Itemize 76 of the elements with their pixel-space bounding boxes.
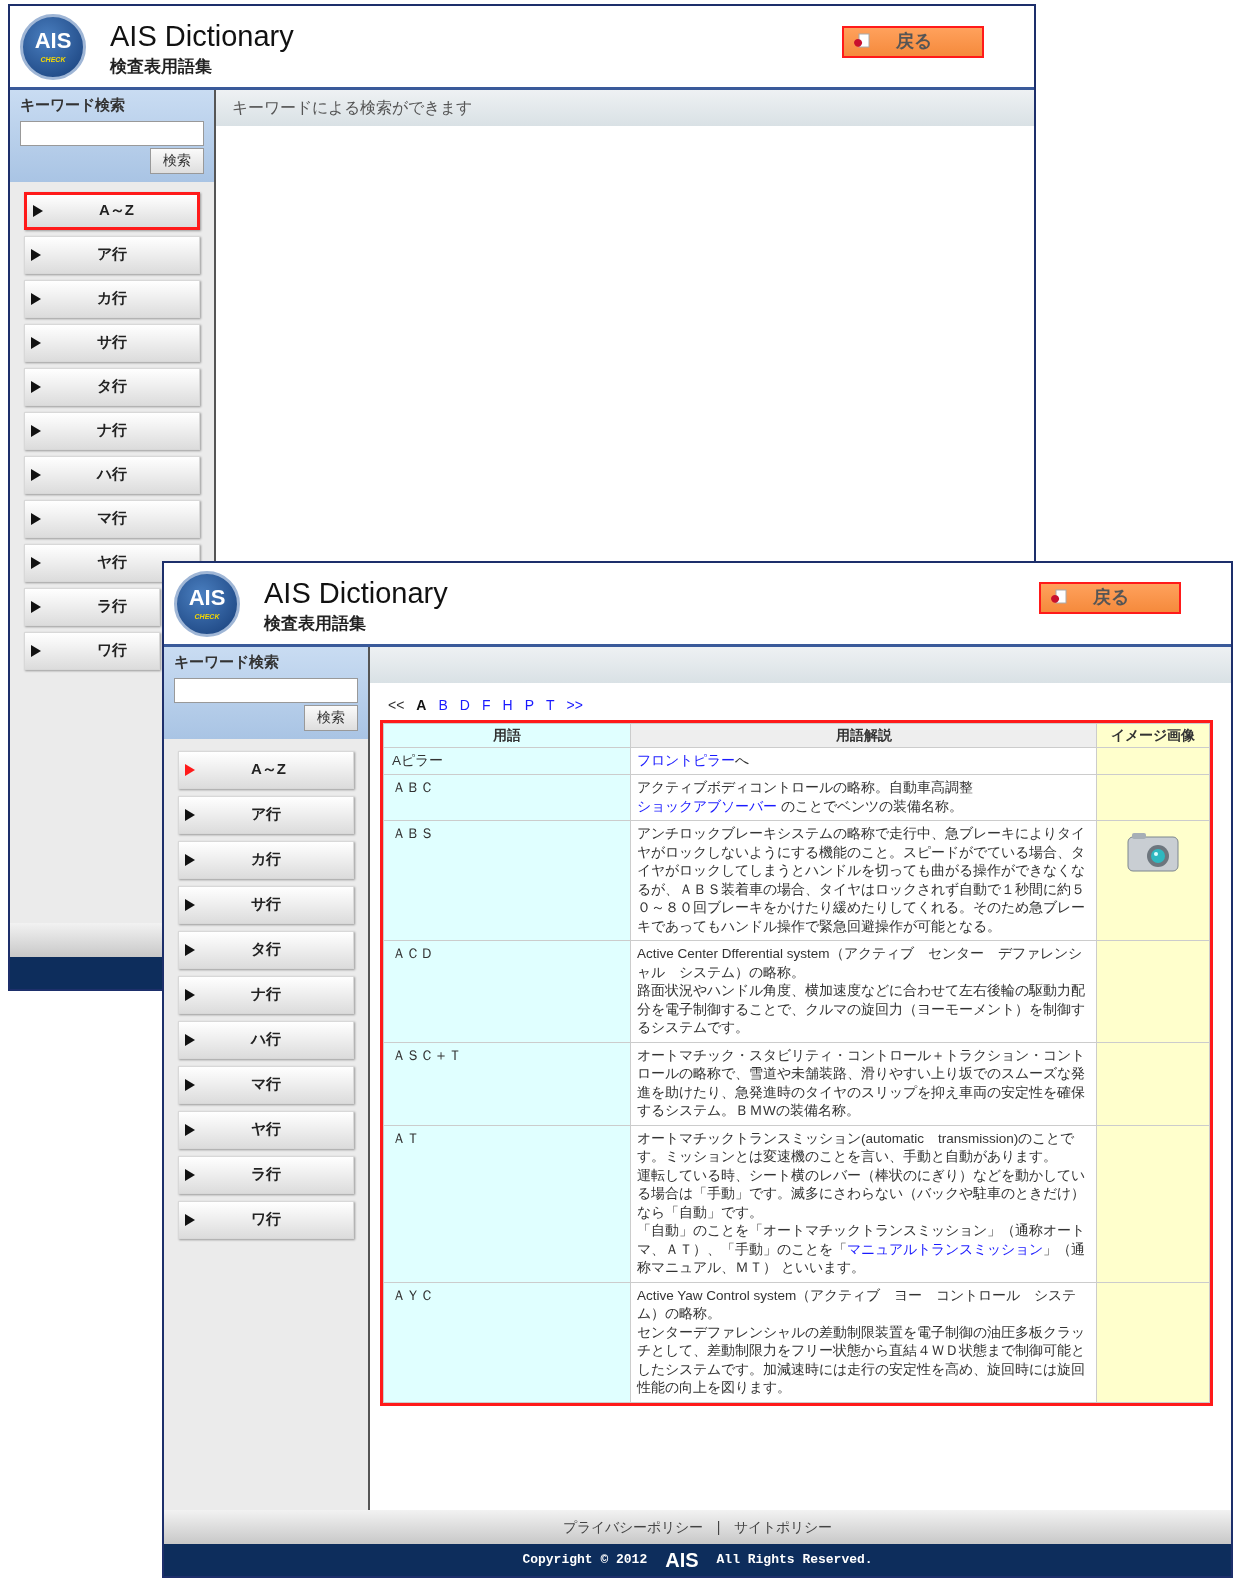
footer-link[interactable]: プライバシーポリシー	[562, 1516, 703, 1538]
term-cell: ＡＣＤ	[383, 940, 631, 1042]
term-cell: ＡＳＣ＋Ｔ	[383, 1042, 631, 1125]
sidebar-item[interactable]: マ行	[178, 1065, 354, 1104]
column-header: 用語	[383, 723, 631, 747]
term-cell: ＡＢＣ	[383, 774, 631, 821]
alphabet-link[interactable]: H	[502, 695, 513, 716]
alphabet-link[interactable]: B	[438, 695, 448, 716]
term-link[interactable]: マニュアルトランスミッション	[847, 1241, 1043, 1257]
footer-link[interactable]: サイトポリシー	[734, 1516, 833, 1538]
logo-text: AIS	[188, 587, 226, 609]
search-field[interactable]	[20, 120, 204, 146]
term-cell: ＡＴ	[383, 1125, 631, 1282]
sidebar-item[interactable]: A～Z	[178, 750, 354, 789]
term-cell: Aピラー	[383, 747, 631, 775]
search-field[interactable]	[174, 677, 358, 703]
alphabet-link[interactable]: F	[481, 695, 491, 716]
footer-separator: |	[716, 1517, 721, 1537]
description-text: 運転している時、シート横のレバー（棒状のにぎり）などを動かしている場合は「手動」です。滅多にさわらない（バックや駐車のときだけ）なら「自動」です。	[637, 1166, 1086, 1222]
sidebar-item[interactable]: タ行	[24, 367, 200, 406]
sidebar-item[interactable]: ア行	[178, 795, 354, 834]
description-text: オートマチックトランスミッション(automatic transmission)のことです。ミッションとは変速機のことを言い、手動と自動があります。	[637, 1129, 1076, 1166]
description-text: Active Yaw Control system（アクティブ ヨー コントロール システム）の略称。	[637, 1286, 1078, 1323]
page-icon	[852, 32, 872, 51]
description-text: Active Center Dfferential system（アクティブ センター デファレンシャル システム）の略称。	[637, 945, 1083, 982]
content-heading: キーワードによる検索ができます	[232, 98, 472, 118]
sidebar-item[interactable]: ラ行	[24, 587, 160, 626]
term-cell: ＡＹＣ	[383, 1282, 631, 1402]
sidebar-item[interactable]: ナ行	[24, 411, 200, 450]
term-cell: ＡＢＳ	[383, 820, 631, 941]
term-link[interactable]: ショックアブソーバー	[637, 798, 777, 814]
brand-text: AIS	[665, 1548, 699, 1573]
sidebar-item[interactable]: サ行	[24, 323, 200, 362]
page-icon	[1049, 588, 1069, 607]
sidebar-item[interactable]: ヤ行	[178, 1110, 354, 1149]
sidebar-item[interactable]: サ行	[178, 885, 354, 924]
sidebar-item[interactable]: マ行	[24, 499, 200, 538]
description-text: フロントピラーへ	[637, 751, 750, 770]
description-text: アクティブボディコントロールの略称。自動車高調整 ショックアブソーバー のことでベンツの装備名称。	[637, 779, 974, 816]
alphabet-link[interactable]: D	[459, 695, 470, 716]
column-header: イメージ画像	[1096, 723, 1210, 747]
back-label: 戻る	[1093, 586, 1129, 609]
alphabet-link[interactable]: >>	[566, 695, 583, 716]
sidebar-item[interactable]: ナ行	[178, 975, 354, 1014]
sidebar-item[interactable]: カ行	[178, 840, 354, 879]
alphabet-link[interactable]: A	[416, 695, 427, 716]
sidebar-item[interactable]: A～Z	[24, 191, 200, 230]
column-header: 用語解説	[630, 723, 1097, 747]
sidebar-item[interactable]: ワ行	[24, 631, 160, 670]
search-label: キーワード検索	[20, 95, 126, 115]
description-text: 「自動」のことを「オートマチックトランスミッション」（通称オートマ、ＡＴ）、「手動」のことを「マニュアルトランスミッション」（通称マニュアル、ＭＴ） といいます。	[637, 1222, 1086, 1277]
description-text: 路面状況やハンドル角度、横加速度などに合わせて左右後輪の駆動力配分を電子制御することで、クルマの旋回力（ヨーモーメント）を制御するシステムです。	[637, 982, 1086, 1037]
alphabet-link[interactable]: P	[524, 695, 534, 716]
description-text: センターデファレンシャルの差動制限装置を電子制御の油圧多板クラッチとして、差動制限力をフリー状態から直結４ＷＤ状態まで制御可能としたシステムです。加減速時には走行の安定性を高め、旋回時には旋回性能の向上を図ります。	[637, 1323, 1086, 1397]
back-label: 戻る	[896, 30, 932, 53]
search-button[interactable]: 検索	[150, 147, 204, 174]
sidebar-item[interactable]: ハ行	[24, 455, 200, 494]
sidebar-item[interactable]: ラ行	[178, 1155, 354, 1194]
term-link[interactable]: フロントピラー	[637, 752, 735, 768]
search-label: キーワード検索	[174, 652, 280, 672]
logo-text: AIS	[34, 30, 72, 52]
alphabet-link[interactable]: T	[546, 695, 555, 716]
sidebar-item[interactable]: ワ行	[178, 1200, 354, 1239]
sidebar-item[interactable]: カ行	[24, 279, 200, 318]
sidebar-item[interactable]: ハ行	[178, 1020, 354, 1059]
sidebar-item[interactable]: ア行	[24, 235, 200, 274]
search-button[interactable]: 検索	[304, 704, 358, 731]
app-subtitle: 検査表用語集	[264, 612, 367, 635]
app-title: AIS Dictionary	[110, 18, 294, 54]
rights-text: All Rights Reserved.	[716, 1551, 873, 1570]
copyright-text: Copyright © 2012	[522, 1551, 648, 1570]
description-text: アンチロックブレーキシステムの略称で走行中、急ブレーキによりタイヤがロックしないようにする機能のこと。スピードがでている場合、タイヤがロックしてしまうとハンドルを切っても曲がる操作ができなくなるが、ＡＢＳ装着車の場合、タイヤはロックされず自動で１秒間に約５０～８０回ブレーキをかけたり緩めたりしてくれる。そのため急ブレーキであってもハンドル操作で緊急回避操作が可能となる。	[637, 825, 1086, 936]
app-title: AIS Dictionary	[264, 575, 448, 611]
description-text: オートマチック・スタビリティ・コントロール＋トラクション・コントロールの略称で、雪道や未舗装路、滑りやすい上り坂でのスムーズな発進を助けたり、急発進時のタイヤのスリップを抑え車両の安定性を確保するシステム。ＢＭWの装備名称。	[637, 1046, 1086, 1120]
app-subtitle: 検査表用語集	[110, 55, 213, 78]
sidebar-item[interactable]: タ行	[178, 930, 354, 969]
